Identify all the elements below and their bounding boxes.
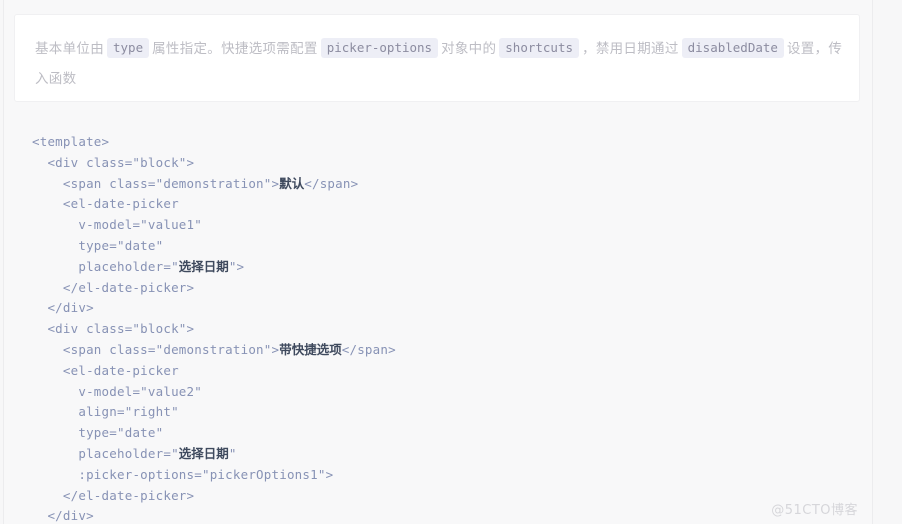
- code-line: <div class="block">: [32, 319, 872, 340]
- code-token: placeholder=": [78, 258, 179, 274]
- description-text: 基本单位由 type 属性指定。快捷选项需配置 picker-options 对象中的 s…: [35, 34, 845, 94]
- code-block[interactable]: <template> <div class="block"> <span cla…: [4, 120, 872, 524]
- code-token: </div>: [47, 300, 94, 316]
- description-code-chip: picker-options: [320, 38, 439, 58]
- code-token: </el-date-picker>: [62, 279, 195, 295]
- code-token: <span class="demonstration">: [62, 175, 280, 191]
- description-code-chip: type: [107, 38, 150, 58]
- code-token: align="right": [78, 404, 179, 420]
- code-line: <template>: [32, 132, 872, 153]
- description-code-chip: shortcuts: [499, 38, 580, 58]
- code-cjk-token: 选择日期: [178, 445, 229, 461]
- description-text-segment: ，禁用日期通过: [582, 41, 679, 57]
- code-cjk-token: 默认: [279, 175, 305, 191]
- code-line: <el-date-picker: [32, 194, 872, 215]
- description-text-segment: 对象中的: [441, 41, 497, 57]
- page-right-rule: [872, 0, 873, 524]
- code-token: </div>: [47, 508, 94, 524]
- code-line: <span class="demonstration">默认</span>: [32, 174, 872, 195]
- code-line: </el-date-picker>: [32, 278, 872, 299]
- code-token: type="date": [78, 425, 164, 441]
- code-token: </span>: [341, 341, 396, 357]
- code-line: placeholder="选择日期">: [32, 257, 872, 278]
- code-line: v-model="value1": [32, 215, 872, 236]
- description-text-segment: 基本单位由: [35, 41, 104, 57]
- code-line: </el-date-picker>: [32, 486, 872, 507]
- code-token: :picker-options="pickerOptions1">: [78, 466, 334, 482]
- code-token: </span>: [304, 175, 359, 191]
- description-text-segment: 属性指定。快捷选项需配置: [152, 41, 318, 57]
- code-line: <el-date-picker: [32, 361, 872, 382]
- code-lines: <template> <div class="block"> <span cla…: [32, 132, 872, 524]
- code-token: <div class="block">: [47, 321, 195, 337]
- code-line: <div class="block">: [32, 153, 872, 174]
- code-token: v-model="value2": [78, 383, 202, 399]
- code-cjk-token: 选择日期: [178, 258, 229, 274]
- code-line: </div>: [32, 298, 872, 319]
- code-line: <span class="demonstration">带快捷选项</span>: [32, 340, 872, 361]
- code-line: v-model="value2": [32, 382, 872, 403]
- code-line: </div>: [32, 506, 872, 524]
- page-content: 基本单位由 type 属性指定。快捷选项需配置 picker-options 对象中的 s…: [4, 0, 872, 524]
- code-token: ": [228, 445, 237, 461]
- code-token: v-model="value1": [78, 217, 202, 233]
- code-token: type="date": [78, 237, 164, 253]
- code-line: type="date": [32, 236, 872, 257]
- description-code-chip: disabledDate: [681, 38, 784, 58]
- code-token: <div class="block">: [47, 154, 195, 170]
- code-line: placeholder="选择日期": [32, 444, 872, 465]
- code-token: <el-date-picker: [62, 196, 179, 212]
- description-card: 基本单位由 type 属性指定。快捷选项需配置 picker-options 对象中的 s…: [14, 14, 860, 102]
- code-token: <span class="demonstration">: [62, 341, 280, 357]
- code-token: </el-date-picker>: [62, 487, 195, 503]
- code-token: placeholder=": [78, 445, 179, 461]
- code-token: ">: [228, 258, 245, 274]
- code-cjk-token: 带快捷选项: [279, 341, 342, 357]
- code-token: <el-date-picker: [62, 362, 179, 378]
- code-token: <template>: [32, 134, 110, 149]
- watermark-label: @51CTO博客: [771, 503, 858, 518]
- code-line: align="right": [32, 402, 872, 423]
- code-line: type="date": [32, 423, 872, 444]
- code-line: :picker-options="pickerOptions1">: [32, 465, 872, 486]
